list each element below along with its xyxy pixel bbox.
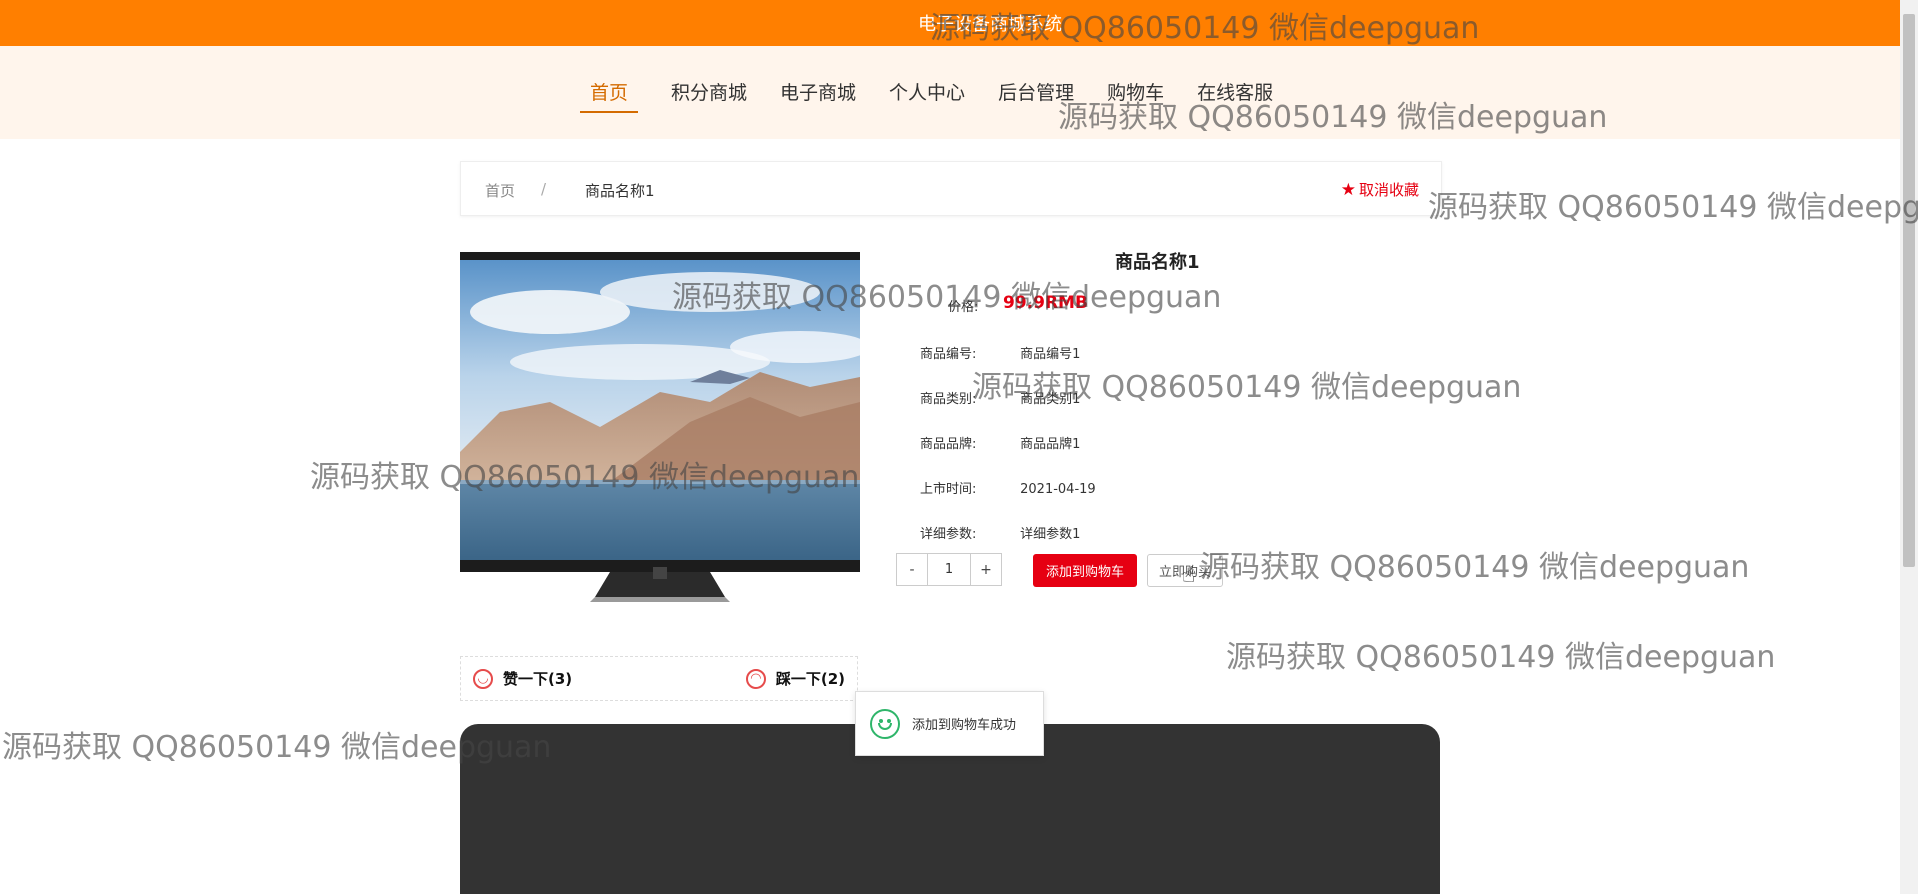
- nav-item-electronics-mall[interactable]: 电子商城: [780, 78, 856, 113]
- unfavorite-label: 取消收藏: [1358, 181, 1419, 199]
- watermark: 源码获取 QQ86050149 微信deepguan: [1428, 190, 1918, 225]
- price-label: 价格:: [948, 300, 979, 315]
- quantity-stepper: - 1 +: [896, 553, 1002, 586]
- watermark: 源码获取 QQ86050149 微信deepguan: [1200, 550, 1750, 585]
- sad-face-icon: ◠: [745, 668, 766, 689]
- top-header-bar: 电子设备商城系统: [0, 0, 1900, 46]
- price-value: 99.9RMB: [1003, 293, 1088, 313]
- breadcrumb-separator: /: [541, 180, 547, 198]
- detail-label: 详细参数:: [920, 527, 977, 542]
- like-button[interactable]: ◡ 赞一下(3): [461, 668, 584, 689]
- nav-item-admin[interactable]: 后台管理: [998, 78, 1074, 113]
- detail-label: 商品类别:: [920, 392, 977, 407]
- quantity-input[interactable]: 1: [928, 553, 970, 586]
- detail-value: 2021-04-19: [1020, 482, 1096, 497]
- detail-row-specs: 详细参数: 详细参数1: [920, 523, 1080, 542]
- breadcrumb-home-link[interactable]: 首页: [485, 180, 515, 201]
- site-title: 电子设备商城系统: [918, 14, 1062, 35]
- dislike-button[interactable]: ◠ 踩一下(2): [734, 668, 857, 689]
- hand-cursor-icon: ☝: [1182, 563, 1196, 588]
- scrollbar-thumb[interactable]: [1903, 14, 1915, 567]
- vote-bar: ◡ 赞一下(3) ◠ 踩一下(2): [460, 656, 858, 701]
- add-to-cart-button[interactable]: 添加到购物车: [1033, 554, 1137, 587]
- smile-face-icon: ◡: [473, 668, 493, 689]
- detail-value: 商品编号1: [1020, 347, 1081, 362]
- main-navigation: 首页 积分商城 电子商城 个人中心 后台管理 购物车 在线客服: [0, 46, 1900, 139]
- unfavorite-button[interactable]: ★ 取消收藏: [1341, 179, 1419, 200]
- nav-item-personal-center[interactable]: 个人中心: [889, 78, 965, 113]
- star-icon: ★: [1340, 179, 1356, 200]
- success-smile-icon: [870, 708, 900, 739]
- breadcrumb: 首页 / 商品名称1 ★ 取消收藏: [460, 161, 1442, 216]
- detail-row-code: 商品编号: 商品编号1: [920, 343, 1080, 362]
- like-label: 赞一下(3): [503, 670, 573, 688]
- nav-item-customer-service[interactable]: 在线客服: [1197, 78, 1273, 113]
- detail-value: 详细参数1: [1020, 527, 1081, 542]
- detail-label: 上市时间:: [920, 482, 977, 497]
- toast-message: 添加到购物车成功: [912, 718, 1017, 733]
- decrement-button[interactable]: -: [896, 553, 928, 586]
- product-image: [460, 252, 860, 612]
- detail-row-category: 商品类别: 商品类别1: [920, 388, 1080, 407]
- nav-item-cart[interactable]: 购物车: [1107, 78, 1164, 113]
- nav-item-home[interactable]: 首页: [580, 78, 639, 113]
- dislike-label: 踩一下(2): [775, 670, 845, 688]
- success-toast: 添加到购物车成功: [855, 691, 1044, 756]
- detail-row-brand: 商品品牌: 商品品牌1: [920, 433, 1080, 452]
- detail-label: 商品品牌:: [920, 437, 977, 452]
- nav-item-points-mall[interactable]: 积分商城: [671, 78, 747, 113]
- detail-value: 商品类别1: [1020, 392, 1081, 407]
- breadcrumb-current: 商品名称1: [585, 182, 655, 200]
- product-name: 商品名称1: [1115, 252, 1200, 273]
- watermark: 源码获取 QQ86050149 微信deepguan: [1226, 640, 1776, 675]
- tv-product-picture: [460, 252, 860, 612]
- detail-label: 商品编号:: [920, 347, 977, 362]
- detail-row-release-date: 上市时间: 2021-04-19: [920, 478, 1096, 497]
- increment-button[interactable]: +: [970, 553, 1002, 586]
- detail-value: 商品品牌1: [1020, 437, 1081, 452]
